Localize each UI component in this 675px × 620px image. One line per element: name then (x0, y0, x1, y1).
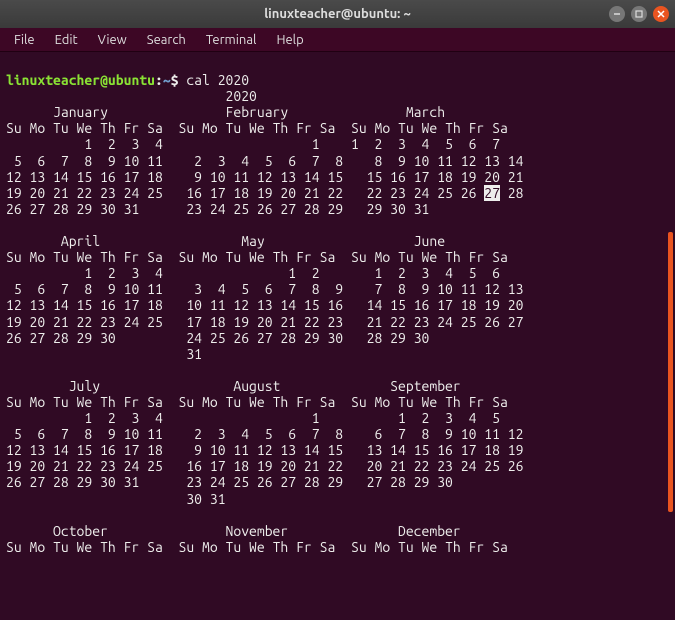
prompt-user: linuxteacher@ubuntu (6, 72, 155, 88)
minimize-icon[interactable] (609, 6, 625, 22)
r3w1: 1 2 3 4 1 1 2 3 4 5 (6, 410, 500, 426)
close-icon[interactable] (653, 6, 669, 22)
window-title: linuxteacher@ubuntu: ~ (264, 7, 411, 21)
menubar: File Edit View Search Terminal Help (0, 28, 675, 52)
row3-header: Su Mo Tu We Th Fr Sa Su Mo Tu We Th Fr S… (6, 394, 508, 410)
menu-search[interactable]: Search (139, 31, 194, 49)
row2-titles: April May June (6, 233, 523, 249)
r1w1: 1 2 3 4 1 1 2 3 4 5 6 7 (6, 136, 500, 152)
scrollbar-thumb[interactable] (668, 232, 673, 512)
prompt-sep: : (155, 72, 163, 88)
today-cell: 27 (484, 185, 500, 201)
row1-titles: January February March (6, 104, 523, 120)
r2w2: 5 6 7 8 9 10 11 3 4 5 6 7 8 9 7 8 9 10 1… (6, 281, 523, 297)
cal-year: 2020 (6, 88, 257, 104)
menu-view[interactable]: View (90, 31, 135, 49)
row2-header: Su Mo Tu We Th Fr Sa Su Mo Tu We Th Fr S… (6, 249, 508, 265)
r2w4: 19 20 21 22 23 24 25 17 18 19 20 21 22 2… (6, 314, 523, 330)
command-text: cal 2020 (186, 72, 249, 88)
r1w5: 26 27 28 29 30 31 23 24 25 26 27 28 29 2… (6, 201, 523, 217)
r3w6: 30 31 (6, 491, 523, 507)
terminal-area[interactable]: linuxteacher@ubuntu:~$ cal 2020 2020 Jan… (0, 52, 675, 620)
r1w4: 19 20 21 22 23 24 25 16 17 18 19 20 21 2… (6, 185, 523, 201)
menu-terminal[interactable]: Terminal (198, 31, 265, 49)
prompt-dollar: $ (171, 72, 187, 88)
r3w3: 12 13 14 15 16 17 18 9 10 11 12 13 14 15… (6, 442, 523, 458)
menu-file[interactable]: File (6, 31, 43, 49)
window-controls (609, 6, 669, 22)
r3w5: 26 27 28 29 30 31 23 24 25 26 27 28 29 2… (6, 474, 523, 490)
prompt-path: ~ (163, 72, 171, 88)
r1w2: 5 6 7 8 9 10 11 2 3 4 5 6 7 8 8 9 10 11 … (6, 153, 523, 169)
menu-help[interactable]: Help (268, 31, 311, 49)
menu-edit[interactable]: Edit (47, 31, 86, 49)
row4-titles: October November December (6, 523, 523, 539)
r2w3: 12 13 14 15 16 17 18 10 11 12 13 14 15 1… (6, 297, 523, 313)
r2w6: 31 (6, 346, 523, 362)
r2w1: 1 2 3 4 1 2 1 2 3 4 5 6 (6, 265, 500, 281)
r3w4: 19 20 21 22 23 24 25 16 17 18 19 20 21 2… (6, 458, 523, 474)
row3-titles: July August September (6, 378, 523, 394)
r2w5: 26 27 28 29 30 24 25 26 27 28 29 30 28 2… (6, 330, 523, 346)
titlebar: linuxteacher@ubuntu: ~ (0, 0, 675, 28)
r3w2: 5 6 7 8 9 10 11 2 3 4 5 6 7 8 6 7 8 9 10… (6, 426, 523, 442)
r1w3: 12 13 14 15 16 17 18 9 10 11 12 13 14 15… (6, 169, 523, 185)
row1-header: Su Mo Tu We Th Fr Sa Su Mo Tu We Th Fr S… (6, 120, 508, 136)
row4-header: Su Mo Tu We Th Fr Sa Su Mo Tu We Th Fr S… (6, 539, 508, 555)
maximize-icon[interactable] (631, 6, 647, 22)
